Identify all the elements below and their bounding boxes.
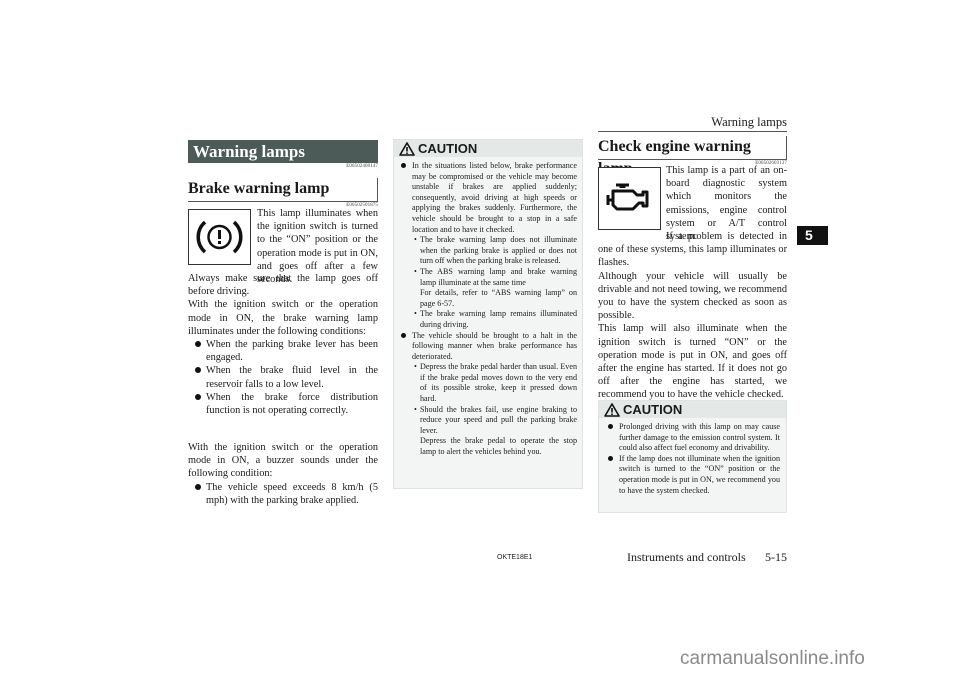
caution-body: Prolonged driving with this lamp on may … bbox=[599, 418, 786, 496]
check-engine-icon bbox=[606, 183, 649, 211]
running-head-rule bbox=[598, 131, 787, 132]
caution-subitem: • The ABS warning lamp and brake warning … bbox=[414, 266, 577, 287]
check-engine-caution-box: CAUTION Prolonged driving with this lamp… bbox=[598, 400, 787, 513]
caution-label: CAUTION bbox=[623, 402, 683, 417]
document-code: OKTE18E1 bbox=[497, 554, 533, 561]
caution-subitem: • The brake warning lamp remains illumina… bbox=[414, 309, 577, 329]
running-head: Warning lamps bbox=[711, 115, 787, 129]
caution-bullet: In the situations listed below, brake pe… bbox=[398, 161, 577, 235]
section-banner: Warning lamps bbox=[188, 140, 378, 163]
section-code: E00502400147 bbox=[346, 164, 378, 169]
bullet-icon bbox=[195, 367, 201, 374]
footer-section-name: Instruments and controls bbox=[627, 550, 746, 564]
caution-bullet: Prolonged driving with this lamp on may … bbox=[605, 422, 780, 454]
bullet-icon bbox=[195, 393, 201, 400]
buzzer-section: With the ignition switch or the operatio… bbox=[188, 441, 378, 507]
chapter-tab[interactable]: 5 bbox=[797, 226, 828, 245]
check-engine-body: If a problem is detected in one of these… bbox=[598, 230, 787, 402]
brake-warning-icon bbox=[196, 220, 243, 254]
warning-triangle-icon bbox=[604, 402, 620, 417]
brake-warning-lamp-title: Brake warning lamp bbox=[188, 178, 378, 202]
page-number: 5-15 bbox=[765, 550, 787, 564]
check-engine-paragraph-2: This lamp will also illuminate when the … bbox=[598, 323, 787, 401]
brake-lamp-paragraph-2: With the ignition switch or the operatio… bbox=[188, 299, 378, 337]
caution-header: CAUTION bbox=[599, 401, 786, 418]
bullet-icon bbox=[401, 163, 406, 168]
buzzer-condition-item: The vehicle speed exceeds 8 km/h (5 mph)… bbox=[188, 481, 378, 507]
buzzer-paragraph: With the ignition switch or the operatio… bbox=[188, 442, 378, 480]
caution-subitem: • The brake warning lamp does not illumin… bbox=[414, 235, 577, 266]
brake-lamp-body: Always make sure that the lamp goes off … bbox=[188, 272, 378, 417]
caution-subitem-note: For details, refer to “ABS warning lamp”… bbox=[420, 288, 577, 308]
caution-body: In the situations listed below, brake pe… bbox=[394, 157, 582, 458]
caution-header: CAUTION bbox=[394, 140, 582, 157]
bullet-icon bbox=[608, 455, 613, 461]
check-engine-icon-box bbox=[598, 167, 661, 230]
check-engine-paragraph-0: If a problem is detected in one of these… bbox=[598, 231, 787, 269]
brake-lamp-paragraph-1: Always make sure that the lamp goes off … bbox=[188, 273, 378, 298]
caution-subitem: • Depress the brake pedal harder than usu… bbox=[414, 362, 577, 404]
check-engine-paragraph-1: Although your vehicle will usually be dr… bbox=[598, 270, 787, 322]
bullet-icon bbox=[608, 424, 613, 429]
warning-triangle-icon bbox=[399, 141, 415, 156]
condition-item: When the brake fluid level in the reserv… bbox=[188, 364, 378, 390]
caution-label: CAUTION bbox=[418, 141, 478, 156]
bullet-icon bbox=[195, 483, 201, 490]
bullet-icon bbox=[401, 332, 406, 338]
brake-caution-box: CAUTION In the situations listed below, … bbox=[393, 139, 583, 489]
caution-bullet: If the lamp does not illuminate when the… bbox=[605, 454, 780, 496]
caution-subitem: • Should the brakes fail, use engine brak… bbox=[414, 404, 577, 435]
caution-bullet: The vehicle should be brought to a halt … bbox=[398, 331, 577, 363]
caution-subitem-note: Depress the brake pedal to operate the s… bbox=[420, 436, 577, 457]
bullet-icon bbox=[195, 341, 201, 348]
condition-item: When the parking brake lever has been en… bbox=[188, 338, 378, 364]
brake-lamp-icon-box bbox=[188, 209, 251, 265]
watermark: carmanualsonline.info bbox=[680, 648, 865, 669]
check-engine-lamp-title: Check engine warning lamp bbox=[598, 136, 787, 177]
condition-item: When the brake force distribution functi… bbox=[188, 391, 378, 417]
